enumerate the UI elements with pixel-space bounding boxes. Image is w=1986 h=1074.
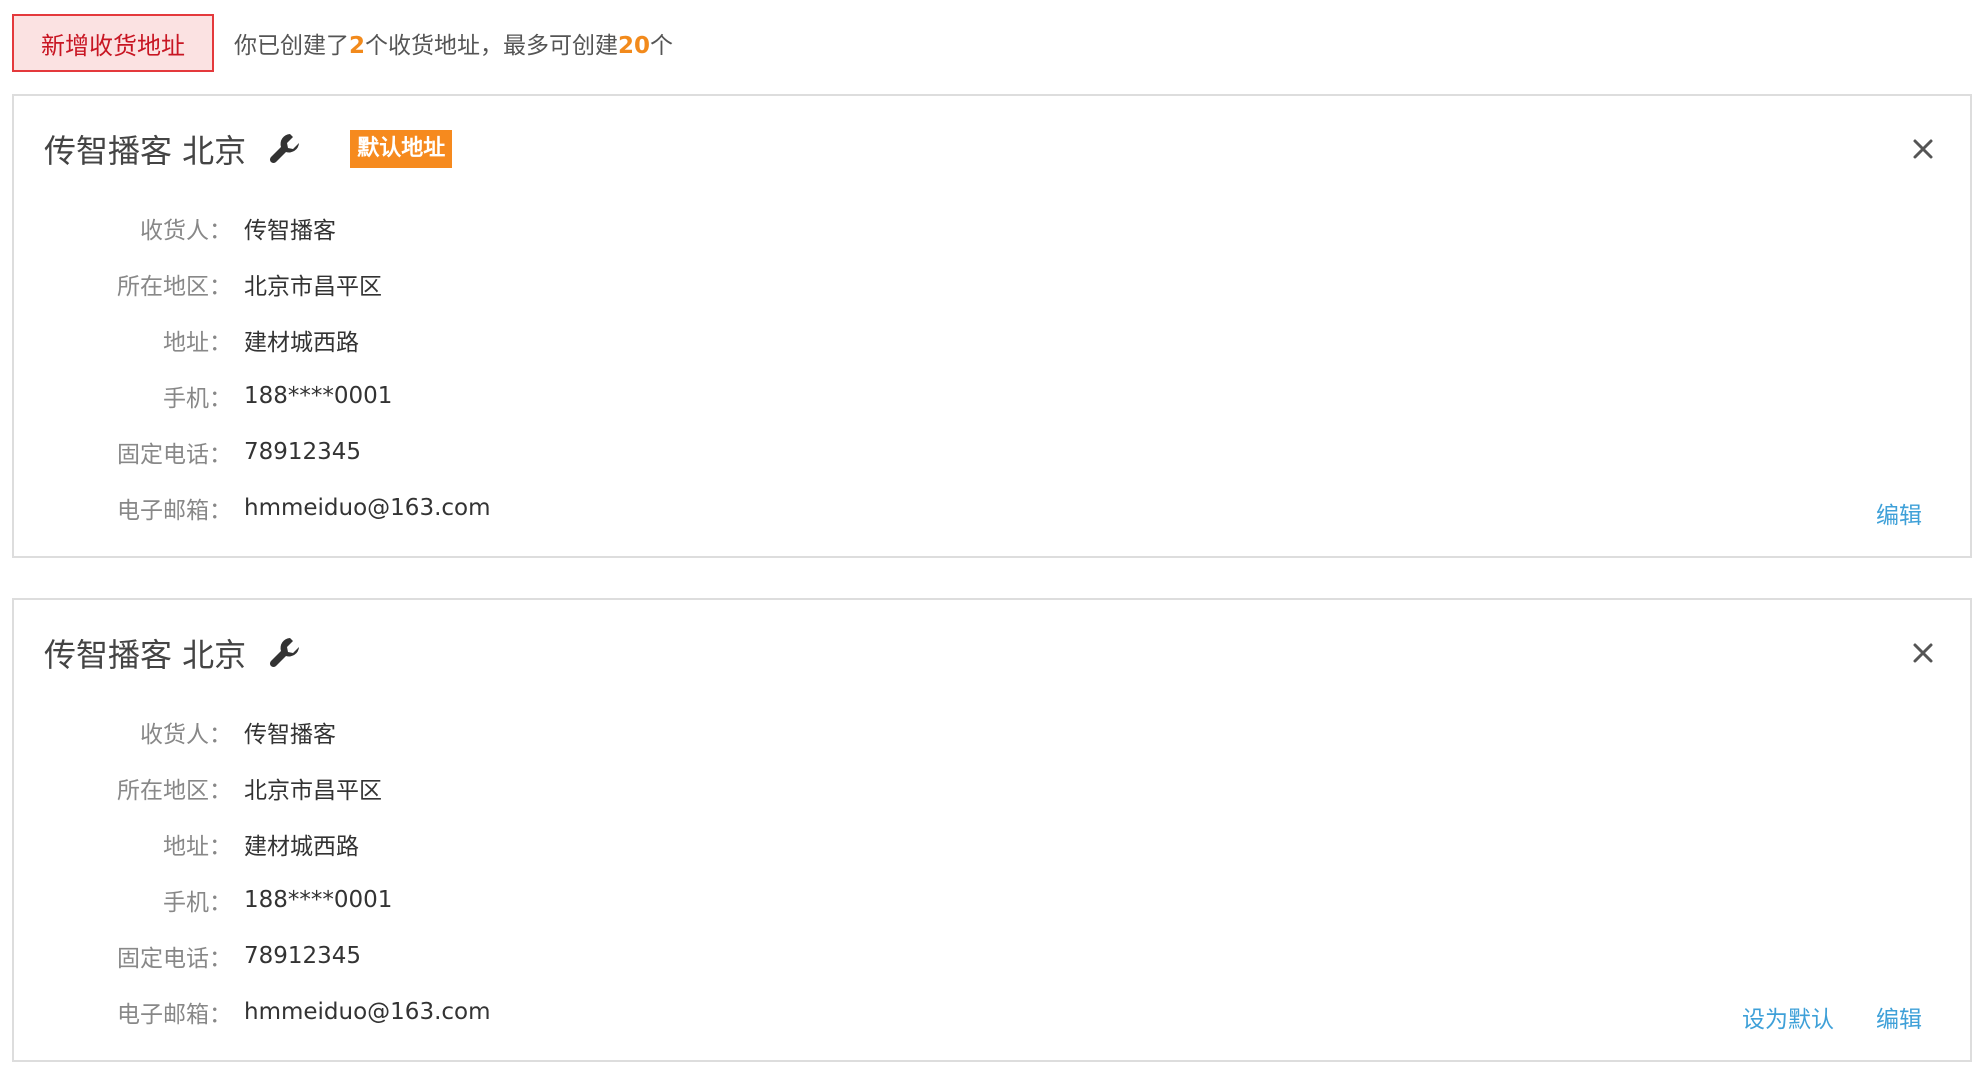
address-card: 传智播客 北京 默认地址 收货人： 传智播客 所在地区： 北京市昌平区 地址： … [12,94,1972,558]
street-address-row: 地址： 建材城西路 [14,816,491,872]
address-title: 传智播客 北京 [44,132,247,170]
set-default-link[interactable]: 设为默认 [1742,1000,1834,1034]
field-label: 手机： [163,386,232,412]
field-label: 收货人： [140,722,232,748]
address-card-header: 传智播客 北京 [44,628,308,678]
mobile-row: 手机： 188****0001 [14,368,491,424]
email-row: 电子邮箱： hmmeiduo@163.com [14,480,491,536]
landline-value: 78912345 [244,943,362,969]
address-toolbar: 新增收货地址 你已创建了2个收货地址，最多可创建20个 [12,12,673,74]
street-address-value: 建材城西路 [244,834,359,860]
region-value: 北京市昌平区 [244,274,382,300]
address-card-header: 传智播客 北京 默认地址 [44,124,453,174]
address-count-summary: 你已创建了2个收货地址，最多可创建20个 [234,26,673,60]
mobile-value: 188****0001 [244,887,393,913]
recipient-value: 传智播客 [244,218,336,244]
add-address-button[interactable]: 新增收货地址 [12,14,214,72]
field-label: 电子邮箱： [117,1002,232,1028]
field-label: 收货人： [140,218,232,244]
address-title: 传智播客 北京 [44,636,247,674]
email-row: 电子邮箱： hmmeiduo@163.com [14,984,491,1040]
field-label: 手机： [163,890,232,916]
address-details: 收货人： 传智播客 所在地区： 北京市昌平区 地址： 建材城西路 手机： 188… [14,200,491,536]
street-address-value: 建材城西路 [244,330,359,356]
field-label: 所在地区： [117,778,232,804]
max-count: 20 [618,33,651,59]
street-address-row: 地址： 建材城西路 [14,312,491,368]
edit-link[interactable]: 编辑 [1876,496,1922,530]
recipient-row: 收货人： 传智播客 [14,704,491,760]
created-count: 2 [349,33,366,59]
landline-value: 78912345 [244,439,362,465]
field-label: 所在地区： [117,274,232,300]
region-row: 所在地区： 北京市昌平区 [14,256,491,312]
mobile-row: 手机： 188****0001 [14,872,491,928]
recipient-row: 收货人： 传智播客 [14,200,491,256]
field-label: 电子邮箱： [117,498,232,524]
field-label: 地址： [163,330,232,356]
region-value: 北京市昌平区 [244,778,382,804]
default-address-badge: 默认地址 [350,130,453,168]
region-row: 所在地区： 北京市昌平区 [14,760,491,816]
edit-link[interactable]: 编辑 [1876,1000,1922,1034]
email-value: hmmeiduo@163.com [244,495,491,521]
field-label: 固定电话： [117,946,232,972]
close-icon[interactable] [1906,636,1940,670]
wrench-icon[interactable] [266,632,308,674]
email-value: hmmeiduo@163.com [244,999,491,1025]
landline-row: 固定电话： 78912345 [14,424,491,480]
field-label: 固定电话： [117,442,232,468]
recipient-value: 传智播客 [244,722,336,748]
summary-middle: 个收货地址，最多可创建 [365,33,619,59]
close-icon[interactable] [1906,132,1940,166]
summary-prefix: 你已创建了 [234,33,349,59]
summary-suffix: 个 [650,33,674,59]
address-card: 传智播客 北京 收货人： 传智播客 所在地区： 北京市昌平区 地址： 建材城西路… [12,598,1972,1062]
landline-row: 固定电话： 78912345 [14,928,491,984]
wrench-icon[interactable] [266,128,308,170]
field-label: 地址： [163,834,232,860]
address-details: 收货人： 传智播客 所在地区： 北京市昌平区 地址： 建材城西路 手机： 188… [14,704,491,1040]
mobile-value: 188****0001 [244,383,393,409]
address-actions: 编辑 [1834,496,1922,530]
address-actions: 设为默认 编辑 [1700,1000,1922,1034]
